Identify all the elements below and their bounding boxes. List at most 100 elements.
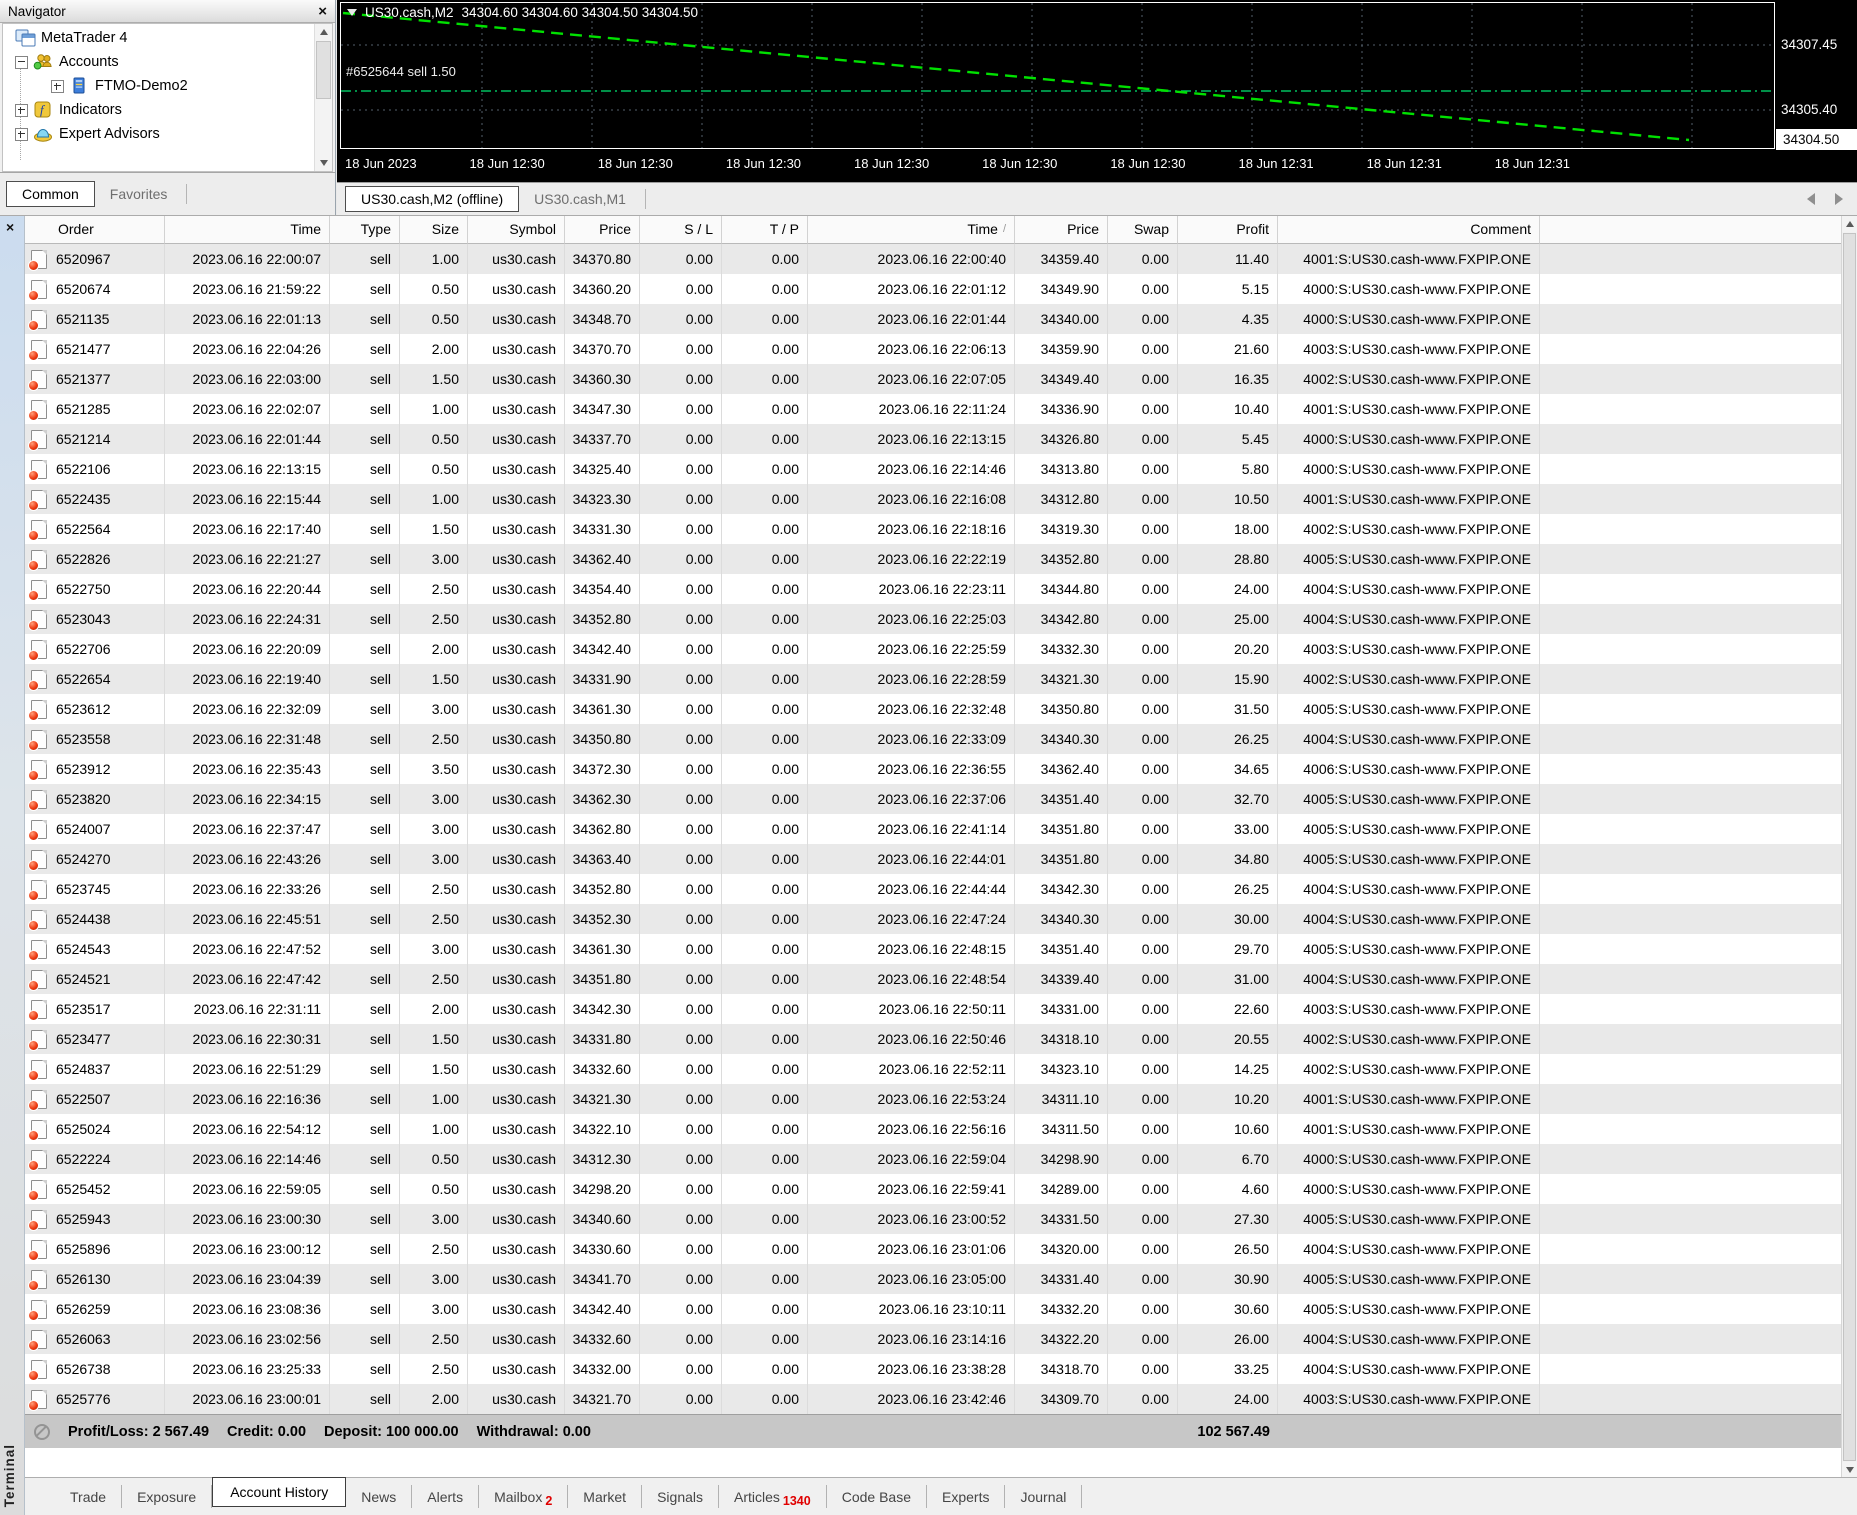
history-row[interactable]: 6522507 2023.06.16 22:16:36 sell 1.00 us30.c… — [25, 1084, 1841, 1114]
tree-item-metatrader-4[interactable]: MetaTrader 4 — [3, 26, 314, 50]
column-header-size[interactable]: Size — [400, 216, 468, 244]
column-header-close-price[interactable]: Price — [1015, 216, 1108, 244]
history-row[interactable]: 6522564 2023.06.16 22:17:40 sell 1.50 us30.c… — [25, 514, 1841, 544]
history-row[interactable]: 6522706 2023.06.16 22:20:09 sell 2.00 us30.c… — [25, 634, 1841, 664]
table-scrollbar[interactable] — [1841, 216, 1857, 1478]
cell-tp: 0.00 — [722, 274, 808, 304]
cell-symbol: us30.cash — [468, 784, 565, 814]
history-row[interactable]: 6523477 2023.06.16 22:30:31 sell 1.50 us30.c… — [25, 1024, 1841, 1054]
history-row[interactable]: 6523745 2023.06.16 22:33:26 sell 2.50 us30.c… — [25, 874, 1841, 904]
history-row[interactable]: 6524521 2023.06.16 22:47:42 sell 2.50 us30.c… — [25, 964, 1841, 994]
column-header-symbol[interactable]: Symbol — [468, 216, 565, 244]
cell-close-price: 34362.40 — [1015, 754, 1108, 784]
column-header-comment[interactable]: Comment — [1278, 216, 1540, 244]
terminal-tab-account-history[interactable]: Account History — [212, 1477, 347, 1507]
history-row[interactable]: 6525452 2023.06.16 22:59:05 sell 0.50 us30.c… — [25, 1174, 1841, 1204]
history-row[interactable]: 6526259 2023.06.16 23:08:36 sell 3.00 us30.c… — [25, 1294, 1841, 1324]
tab-favorites[interactable]: Favorites — [95, 182, 183, 206]
terminal-tab-experts[interactable]: Experts — [927, 1489, 1004, 1505]
column-header-open-time[interactable]: Time — [165, 216, 330, 244]
terminal-tab-articles[interactable]: Articles 1340 — [719, 1489, 826, 1508]
tree-item-accounts[interactable]: Accounts — [3, 50, 314, 74]
terminal-tab-alerts[interactable]: Alerts — [412, 1489, 478, 1505]
history-row[interactable]: 6523612 2023.06.16 22:32:09 sell 3.00 us30.c… — [25, 694, 1841, 724]
cell-close-price: 34319.30 — [1015, 514, 1108, 544]
history-row[interactable]: 6522106 2023.06.16 22:13:15 sell 0.50 us30.c… — [25, 454, 1841, 484]
chart-tab-us30-cash-m2-offline[interactable]: US30.cash,M2 (offline) — [345, 186, 520, 212]
history-row[interactable]: 6524007 2023.06.16 22:37:47 sell 3.00 us30.c… — [25, 814, 1841, 844]
navigator-titlebar[interactable]: Navigator × — [0, 0, 335, 23]
history-row[interactable]: 6521214 2023.06.16 22:01:44 sell 0.50 us30.c… — [25, 424, 1841, 454]
history-row[interactable]: 6526063 2023.06.16 23:02:56 sell 2.50 us30.c… — [25, 1324, 1841, 1354]
table-scroll-down-icon[interactable] — [1842, 1462, 1857, 1478]
terminal-close-icon[interactable]: × — [6, 219, 14, 235]
history-row[interactable]: 6526738 2023.06.16 23:25:33 sell 2.50 us30.c… — [25, 1354, 1841, 1384]
tree-item-ftmo-demo2[interactable]: FTMO-Demo2 — [3, 74, 314, 98]
history-row[interactable]: 6524438 2023.06.16 22:45:51 sell 2.50 us30.c… — [25, 904, 1841, 934]
history-row[interactable]: 6526130 2023.06.16 23:04:39 sell 3.00 us30.c… — [25, 1264, 1841, 1294]
history-row[interactable]: 6524837 2023.06.16 22:51:29 sell 1.50 us30.c… — [25, 1054, 1841, 1084]
terminal-tab-trade[interactable]: Trade — [55, 1489, 121, 1505]
history-row[interactable]: 6521135 2023.06.16 22:01:13 sell 0.50 us30.c… — [25, 304, 1841, 334]
cell-open-time: 2023.06.16 22:47:52 — [165, 934, 330, 964]
history-row[interactable]: 6522826 2023.06.16 22:21:27 sell 3.00 us30.c… — [25, 544, 1841, 574]
scrollbar-thumb[interactable] — [316, 41, 331, 99]
history-row[interactable]: 6521477 2023.06.16 22:04:26 sell 2.00 us30.c… — [25, 334, 1841, 364]
table-scroll-up-icon[interactable] — [1842, 216, 1857, 232]
chart-dropdown-icon[interactable] — [347, 9, 357, 16]
tabs-scroll-left-icon[interactable] — [1807, 193, 1815, 205]
history-row[interactable]: 6525943 2023.06.16 23:00:30 sell 3.00 us30.c… — [25, 1204, 1841, 1234]
history-row[interactable]: 6523820 2023.06.16 22:34:15 sell 3.00 us30.c… — [25, 784, 1841, 814]
column-header-type[interactable]: Type — [330, 216, 400, 244]
history-row[interactable]: 6522224 2023.06.16 22:14:46 sell 0.50 us30.c… — [25, 1144, 1841, 1174]
terminal-tab-mailbox[interactable]: Mailbox 2 — [479, 1489, 567, 1508]
collapse-minus-icon[interactable] — [15, 55, 28, 69]
history-row[interactable]: 6523043 2023.06.16 22:24:31 sell 2.50 us30.c… — [25, 604, 1841, 634]
history-row[interactable]: 6521377 2023.06.16 22:03:00 sell 1.50 us30.c… — [25, 364, 1841, 394]
expand-plus-icon[interactable] — [15, 103, 28, 117]
history-row[interactable]: 6525024 2023.06.16 22:54:12 sell 1.00 us30.c… — [25, 1114, 1841, 1144]
navigator-close-icon[interactable]: × — [318, 4, 327, 19]
column-header-order[interactable]: Order — [25, 216, 165, 244]
tree-item-indicators[interactable]: f Indicators — [3, 98, 314, 122]
table-scrollbar-thumb[interactable] — [1843, 233, 1856, 1461]
tree-item-expert-advisors[interactable]: Expert Advisors — [3, 122, 314, 146]
history-row[interactable]: 6525776 2023.06.16 23:00:01 sell 2.00 us30.c… — [25, 1384, 1841, 1414]
history-row[interactable]: 6520674 2023.06.16 21:59:22 sell 0.50 us30.c… — [25, 274, 1841, 304]
cell-symbol: us30.cash — [468, 574, 565, 604]
terminal-tab-exposure[interactable]: Exposure — [122, 1489, 211, 1505]
expand-plus-icon[interactable] — [15, 127, 28, 141]
order-number: 6521285 — [56, 401, 111, 417]
expand-plus-icon[interactable] — [51, 79, 64, 93]
tabs-scroll-right-icon[interactable] — [1835, 193, 1843, 205]
history-row[interactable]: 6522654 2023.06.16 22:19:40 sell 1.50 us30.c… — [25, 664, 1841, 694]
chart-canvas[interactable]: .vgrid,.hgrid{stroke:#55616d;stroke-dash… — [337, 0, 1857, 182]
terminal-tab-signals[interactable]: Signals — [642, 1489, 718, 1505]
history-row[interactable]: 6521285 2023.06.16 22:02:07 sell 1.00 us30.c… — [25, 394, 1841, 424]
history-row[interactable]: 6524543 2023.06.16 22:47:52 sell 3.00 us30.c… — [25, 934, 1841, 964]
column-header-open-price[interactable]: Price — [565, 216, 640, 244]
scroll-up-icon[interactable] — [315, 24, 332, 40]
terminal-tab-journal[interactable]: Journal — [1005, 1489, 1081, 1505]
column-header-tp[interactable]: T / P — [722, 216, 808, 244]
terminal-tab-code-base[interactable]: Code Base — [827, 1489, 926, 1505]
history-row[interactable]: 6525896 2023.06.16 23:00:12 sell 2.50 us30.c… — [25, 1234, 1841, 1264]
tree-item-label: Expert Advisors — [59, 126, 160, 142]
navigator-scrollbar[interactable] — [314, 24, 332, 171]
history-row[interactable]: 6523912 2023.06.16 22:35:43 sell 3.50 us30.c… — [25, 754, 1841, 784]
tab-common[interactable]: Common — [6, 181, 95, 207]
history-row[interactable]: 6523517 2023.06.16 22:31:11 sell 2.00 us30.c… — [25, 994, 1841, 1024]
history-row[interactable]: 6522750 2023.06.16 22:20:44 sell 2.50 us30.c… — [25, 574, 1841, 604]
terminal-tab-news[interactable]: News — [346, 1489, 411, 1505]
chart-tab-us30-cash-m1[interactable]: US30.cash,M1 — [519, 187, 641, 211]
history-row[interactable]: 6524270 2023.06.16 22:43:26 sell 3.00 us30.c… — [25, 844, 1841, 874]
scroll-down-icon[interactable] — [315, 155, 332, 171]
history-row[interactable]: 6522435 2023.06.16 22:15:44 sell 1.00 us30.c… — [25, 484, 1841, 514]
terminal-tab-market[interactable]: Market — [568, 1489, 641, 1505]
column-header-profit[interactable]: Profit — [1178, 216, 1278, 244]
history-row[interactable]: 6520967 2023.06.16 22:00:07 sell 1.00 us30.c… — [25, 244, 1841, 274]
history-row[interactable]: 6523558 2023.06.16 22:31:48 sell 2.50 us30.c… — [25, 724, 1841, 754]
column-header-close-time[interactable]: Time / — [808, 216, 1015, 244]
column-header-sl[interactable]: S / L — [640, 216, 722, 244]
column-header-swap[interactable]: Swap — [1108, 216, 1178, 244]
